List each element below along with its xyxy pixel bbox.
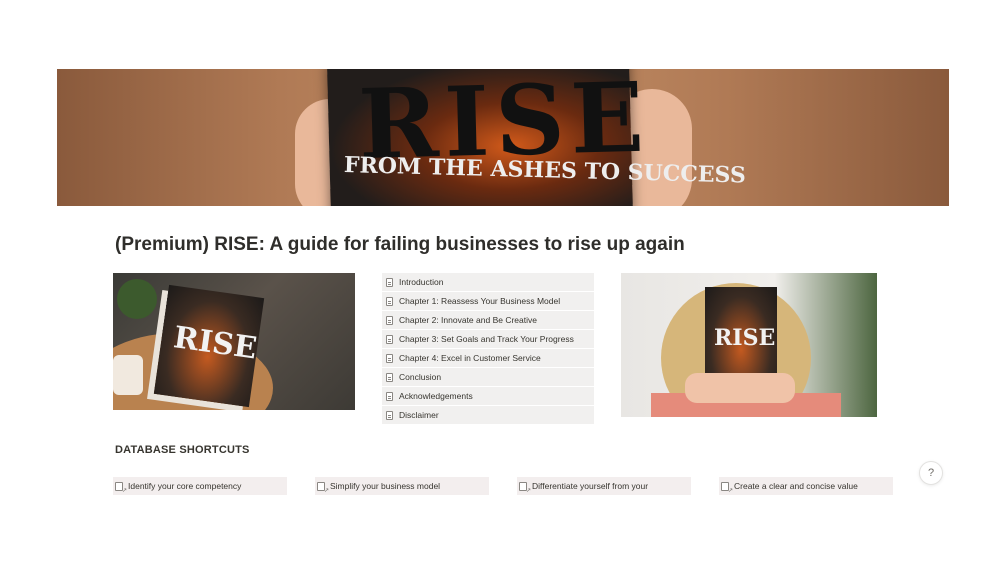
cover-book: RISE FROM THE ASHES TO SUCCESS bbox=[326, 69, 746, 206]
shortcut-simplify-business-model[interactable]: Simplify your business model bbox=[315, 477, 489, 495]
doc-icon bbox=[386, 372, 393, 382]
shortcut-label: Create a clear and concise value bbox=[734, 481, 858, 491]
chapter-link-4[interactable]: Chapter 4: Excel in Customer Service bbox=[382, 349, 594, 367]
doc-icon bbox=[386, 391, 393, 401]
shortcut-label: Identify your core competency bbox=[128, 481, 242, 491]
doc-icon bbox=[386, 296, 393, 306]
chapter-label: Chapter 2: Innovate and Be Creative bbox=[399, 315, 537, 325]
chapter-label: Disclaimer bbox=[399, 410, 439, 420]
chapter-label: Acknowledgements bbox=[399, 391, 473, 401]
database-shortcuts-heading: DATABASE SHORTCUTS bbox=[115, 444, 250, 456]
doc-icon bbox=[386, 277, 393, 287]
page-link-icon bbox=[721, 481, 733, 494]
doc-icon bbox=[386, 353, 393, 363]
doc-icon bbox=[386, 334, 393, 344]
chapter-label: Chapter 1: Reassess Your Business Model bbox=[399, 296, 561, 306]
chapter-link-conclusion[interactable]: Conclusion bbox=[382, 368, 594, 386]
page-title: (Premium) RISE: A guide for failing busi… bbox=[115, 234, 685, 255]
left-image-book-title: RISE bbox=[171, 320, 259, 367]
person-holding-book-image: RISE bbox=[621, 273, 877, 417]
chapter-link-disclaimer[interactable]: Disclaimer bbox=[382, 406, 594, 424]
chapter-link-2[interactable]: Chapter 2: Innovate and Be Creative bbox=[382, 311, 594, 329]
help-icon: ? bbox=[927, 467, 935, 479]
page-link-icon bbox=[317, 481, 329, 494]
help-button[interactable]: ? bbox=[919, 461, 943, 485]
chapter-link-acknowledgements[interactable]: Acknowledgements bbox=[382, 387, 594, 405]
cover-image: RISE FROM THE ASHES TO SUCCESS bbox=[57, 69, 949, 206]
chapter-list: Introduction Chapter 1: Reassess Your Bu… bbox=[382, 273, 594, 425]
shortcut-label: Differentiate yourself from your bbox=[532, 481, 649, 491]
chapter-link-1[interactable]: Chapter 1: Reassess Your Business Model bbox=[382, 292, 594, 310]
cup-shape bbox=[113, 355, 143, 395]
right-image-book-title: RISE bbox=[714, 325, 776, 351]
page-link-icon bbox=[115, 481, 127, 494]
chapter-label: Chapter 4: Excel in Customer Service bbox=[399, 353, 541, 363]
shortcut-create-value-proposition[interactable]: Create a clear and concise value bbox=[719, 477, 893, 495]
shortcut-differentiate-yourself[interactable]: Differentiate yourself from your bbox=[517, 477, 691, 495]
plant-shape bbox=[117, 279, 157, 319]
chapter-label: Introduction bbox=[399, 277, 444, 287]
shortcut-label: Simplify your business model bbox=[330, 481, 441, 491]
chapter-label: Conclusion bbox=[399, 372, 442, 382]
doc-icon bbox=[386, 315, 393, 325]
chapter-label: Chapter 3: Set Goals and Track Your Prog… bbox=[399, 334, 574, 344]
chapter-link-introduction[interactable]: Introduction bbox=[382, 273, 594, 291]
doc-icon bbox=[386, 410, 393, 420]
book-on-table-image: RISE bbox=[113, 273, 355, 410]
page-link-icon bbox=[519, 481, 531, 494]
chapter-link-3[interactable]: Chapter 3: Set Goals and Track Your Prog… bbox=[382, 330, 594, 348]
hands-shape bbox=[685, 373, 795, 403]
left-image-book: RISE bbox=[153, 284, 265, 408]
shortcut-identify-core-competency[interactable]: Identify your core competency bbox=[113, 477, 287, 495]
